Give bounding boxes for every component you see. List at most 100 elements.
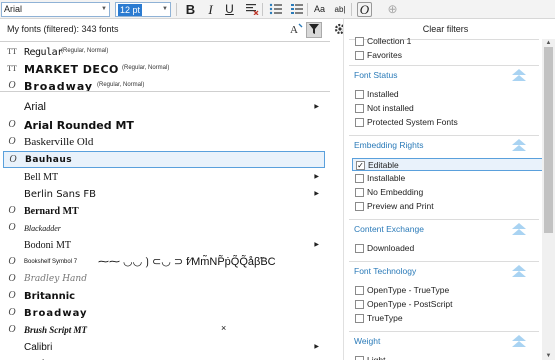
truetype-icon: TT: [7, 47, 17, 56]
font-sample-icon[interactable]: A: [288, 22, 304, 38]
font-list-item[interactable]: O Britannic: [3, 288, 325, 305]
italic-o-icon[interactable]: O: [357, 2, 372, 17]
chevron-down-icon[interactable]: ▼: [99, 3, 109, 16]
font-family-icon: [6, 341, 18, 353]
ab-icon[interactable]: ab|: [331, 2, 349, 17]
font-style-note: (Regular, Normal): [97, 82, 145, 88]
font-list-item[interactable]: Californian FB▶: [3, 356, 325, 360]
recent-fonts-divider: [0, 91, 330, 92]
font-family-icon: [6, 239, 18, 251]
checkbox[interactable]: [355, 188, 364, 197]
opentype-icon: O: [8, 222, 16, 233]
chevron-down-icon[interactable]: ▼: [160, 3, 170, 16]
filter-section-title: Font Status: [354, 70, 398, 80]
font-list-item[interactable]: O Bookshelf Symbol 7 ⁓⁓ ◡◡ ⟯ ⊂◡ ⊃ f⁄Mm̃NP̃…: [3, 254, 325, 271]
opentype-icon: O: [8, 273, 16, 284]
checkbox[interactable]: [355, 37, 364, 46]
section-divider: [349, 219, 539, 220]
font-list-item[interactable]: O Bernard MT: [3, 203, 325, 220]
font-list-item[interactable]: Berlin Sans FB ▶: [3, 186, 325, 203]
filter-checkbox-row[interactable]: Preview and Print: [352, 200, 544, 213]
expand-arrow-icon[interactable]: ▶: [314, 343, 319, 350]
bulleted-list-icon[interactable]: [268, 2, 283, 17]
expand-arrow-icon[interactable]: ▶: [314, 190, 319, 197]
font-list-item[interactable]: O Bauhaus: [3, 151, 325, 168]
filter-checkbox-row[interactable]: Downloaded: [352, 242, 544, 255]
filter-checkbox-row[interactable]: Protected System Fonts: [352, 116, 544, 129]
expand-arrow-icon[interactable]: ▶: [314, 173, 319, 180]
checkbox[interactable]: [355, 356, 364, 360]
font-name: Baskerville Old: [24, 136, 94, 148]
plus-icon[interactable]: ⊕: [385, 2, 400, 17]
filter-checkbox-row[interactable]: No Embedding: [352, 186, 544, 199]
font-name: Calibri: [24, 342, 53, 353]
align-icon[interactable]: [244, 2, 259, 17]
filter-checkbox-row[interactable]: Favorites: [352, 49, 544, 62]
font-list-item[interactable]: O Broadway (Regular, Normal): [3, 78, 325, 95]
scroll-down-icon[interactable]: ▼: [542, 352, 555, 360]
filter-checkbox-row[interactable]: Light: [352, 354, 544, 360]
checkbox[interactable]: [355, 314, 364, 323]
checkbox[interactable]: [355, 90, 364, 99]
font-size-value[interactable]: 12 pt: [118, 4, 143, 16]
collapse-section-icon[interactable]: [511, 222, 527, 236]
font-list-item[interactable]: O Bradley Hand: [3, 271, 325, 288]
filter-checkbox-row[interactable]: Collection 1: [352, 35, 544, 48]
filter-checkbox-row[interactable]: TrueType: [352, 312, 544, 325]
filter-checkbox-row[interactable]: Installed: [352, 88, 544, 101]
expand-arrow-icon[interactable]: ▶: [314, 103, 319, 110]
filter-icon[interactable]: [306, 22, 322, 38]
font-list-item[interactable]: Bell MT ▶: [3, 169, 325, 186]
font-count-label: My fonts (filtered): 343 fonts: [7, 24, 119, 34]
font-name: Bookshelf Symbol 7: [24, 259, 78, 265]
collapse-section-icon[interactable]: [511, 334, 527, 348]
filter-checkbox-row[interactable]: OpenType - TrueType: [352, 284, 544, 297]
font-list-item[interactable]: O Baskerville Old: [3, 134, 325, 151]
font-list-item[interactable]: O Broadway: [3, 305, 325, 322]
checkbox[interactable]: [355, 174, 364, 183]
checkbox[interactable]: [355, 104, 364, 113]
font-name-combo[interactable]: Arial ▼: [1, 2, 110, 17]
toolbar-divider: [176, 3, 177, 16]
font-size-combo[interactable]: 12 pt ▼: [115, 2, 171, 17]
font-name-value[interactable]: Arial: [4, 3, 22, 16]
filter-scrollbar[interactable]: ▲ ▼: [542, 39, 555, 360]
expand-arrow-icon[interactable]: ▶: [314, 241, 319, 248]
change-case-icon[interactable]: Aa: [312, 2, 327, 17]
toolbar-divider: [307, 3, 308, 16]
collapse-section-icon[interactable]: [511, 138, 527, 152]
checkbox[interactable]: [355, 51, 364, 60]
checkbox[interactable]: [355, 244, 364, 253]
underline-button[interactable]: U: [222, 2, 237, 17]
font-style-note: (Regular, Normal): [122, 65, 170, 71]
section-divider: [349, 65, 539, 66]
font-list-item[interactable]: TT MARKET DECO (Regular, Normal): [3, 61, 325, 78]
font-list-item[interactable]: Arial ▶: [3, 99, 325, 116]
scroll-thumb[interactable]: [544, 47, 553, 233]
checkbox-checked[interactable]: ✓: [356, 161, 365, 170]
checkbox[interactable]: [355, 202, 364, 211]
font-family-icon: [6, 188, 18, 200]
font-list-item[interactable]: O Arial Rounded MT: [3, 117, 325, 134]
font-list-item[interactable]: O Brush Script MT: [3, 322, 325, 339]
filter-checkbox-row[interactable]: Not installed: [352, 102, 544, 115]
font-list-item[interactable]: Calibri ▶: [3, 339, 325, 356]
mouse-cursor: ×: [221, 323, 227, 333]
checkbox[interactable]: [355, 286, 364, 295]
collapse-section-icon[interactable]: [511, 68, 527, 82]
numbered-list-icon[interactable]: [289, 2, 304, 17]
checkbox[interactable]: [355, 300, 364, 309]
filter-checkbox-row[interactable]: ✓ Editable: [352, 158, 544, 171]
font-list-item[interactable]: TT Regular (Regular, Normal): [3, 44, 325, 61]
checkbox[interactable]: [355, 118, 364, 127]
filter-label: Editable: [368, 160, 399, 170]
italic-button[interactable]: I: [203, 2, 218, 17]
font-list-item[interactable]: O Blackadder: [3, 220, 325, 237]
scroll-up-icon[interactable]: ▲: [542, 39, 555, 47]
filter-checkbox-row[interactable]: OpenType - PostScript: [352, 298, 544, 311]
font-name: Bell MT: [24, 172, 59, 183]
font-list-item[interactable]: Bodoni MT ▶: [3, 237, 325, 254]
filter-checkbox-row[interactable]: Installable: [352, 172, 544, 185]
bold-button[interactable]: B: [183, 2, 198, 17]
collapse-section-icon[interactable]: [511, 264, 527, 278]
